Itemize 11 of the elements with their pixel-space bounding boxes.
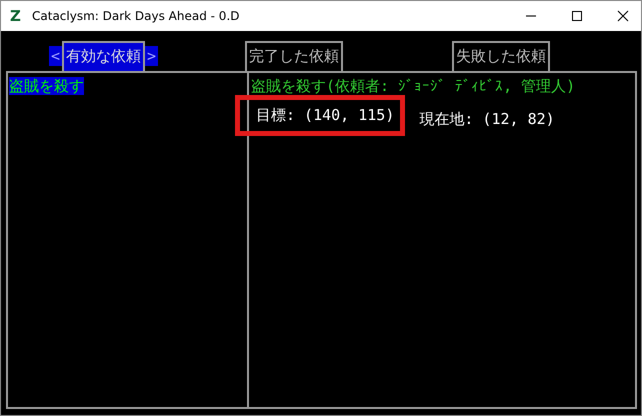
current-location: 現在地: (12, 82) [419, 110, 555, 129]
app-logo-icon: Z [10, 7, 24, 25]
mission-title: 盗賊を殺す(依頼者: ｼﾞｮｰｼﾞ ﾃﾞｨﾋﾞｽ, 管理人) [251, 77, 576, 95]
window-title: Cataclysm: Dark Days Ahead - 0.D [32, 9, 240, 23]
tab[interactable]: 失敗した依頼 [452, 41, 550, 71]
mission-item[interactable]: 盗賊を殺す [9, 77, 84, 95]
maximize-icon[interactable] [571, 10, 583, 22]
tab[interactable]: 有効な依頼 [62, 41, 146, 71]
target-coordinates: 目標: (140, 115) [235, 95, 406, 136]
close-icon[interactable] [617, 10, 629, 22]
tab[interactable]: 完了した依頼 [245, 41, 343, 71]
